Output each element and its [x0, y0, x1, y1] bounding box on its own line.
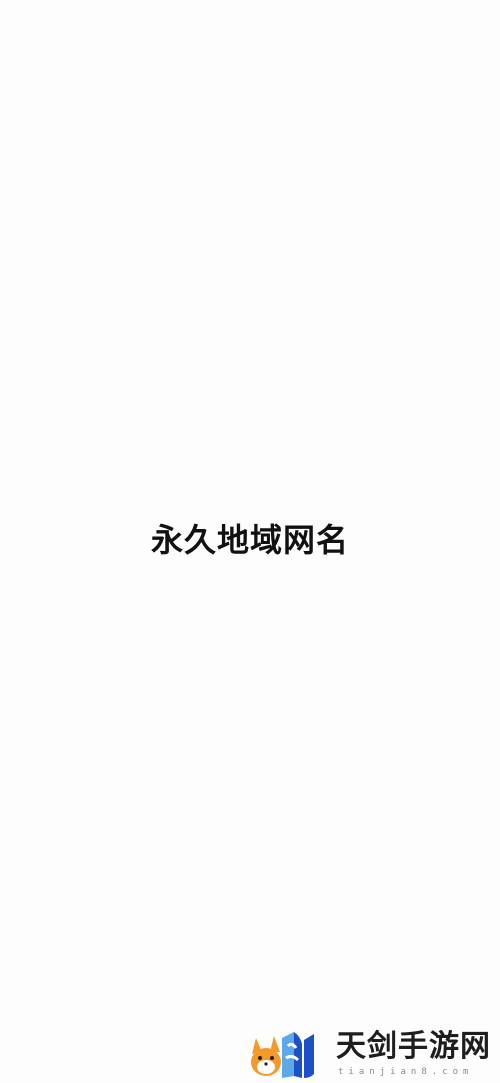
- site-watermark: 天剑手游网 tianjian8.com: [248, 1028, 496, 1080]
- fox-logo-icon: [251, 1032, 314, 1078]
- watermark-domain: tianjian8.com: [338, 1067, 474, 1077]
- watermark-brand: 天剑手游网: [336, 1029, 491, 1064]
- page-title: 永久地域网名: [150, 521, 349, 559]
